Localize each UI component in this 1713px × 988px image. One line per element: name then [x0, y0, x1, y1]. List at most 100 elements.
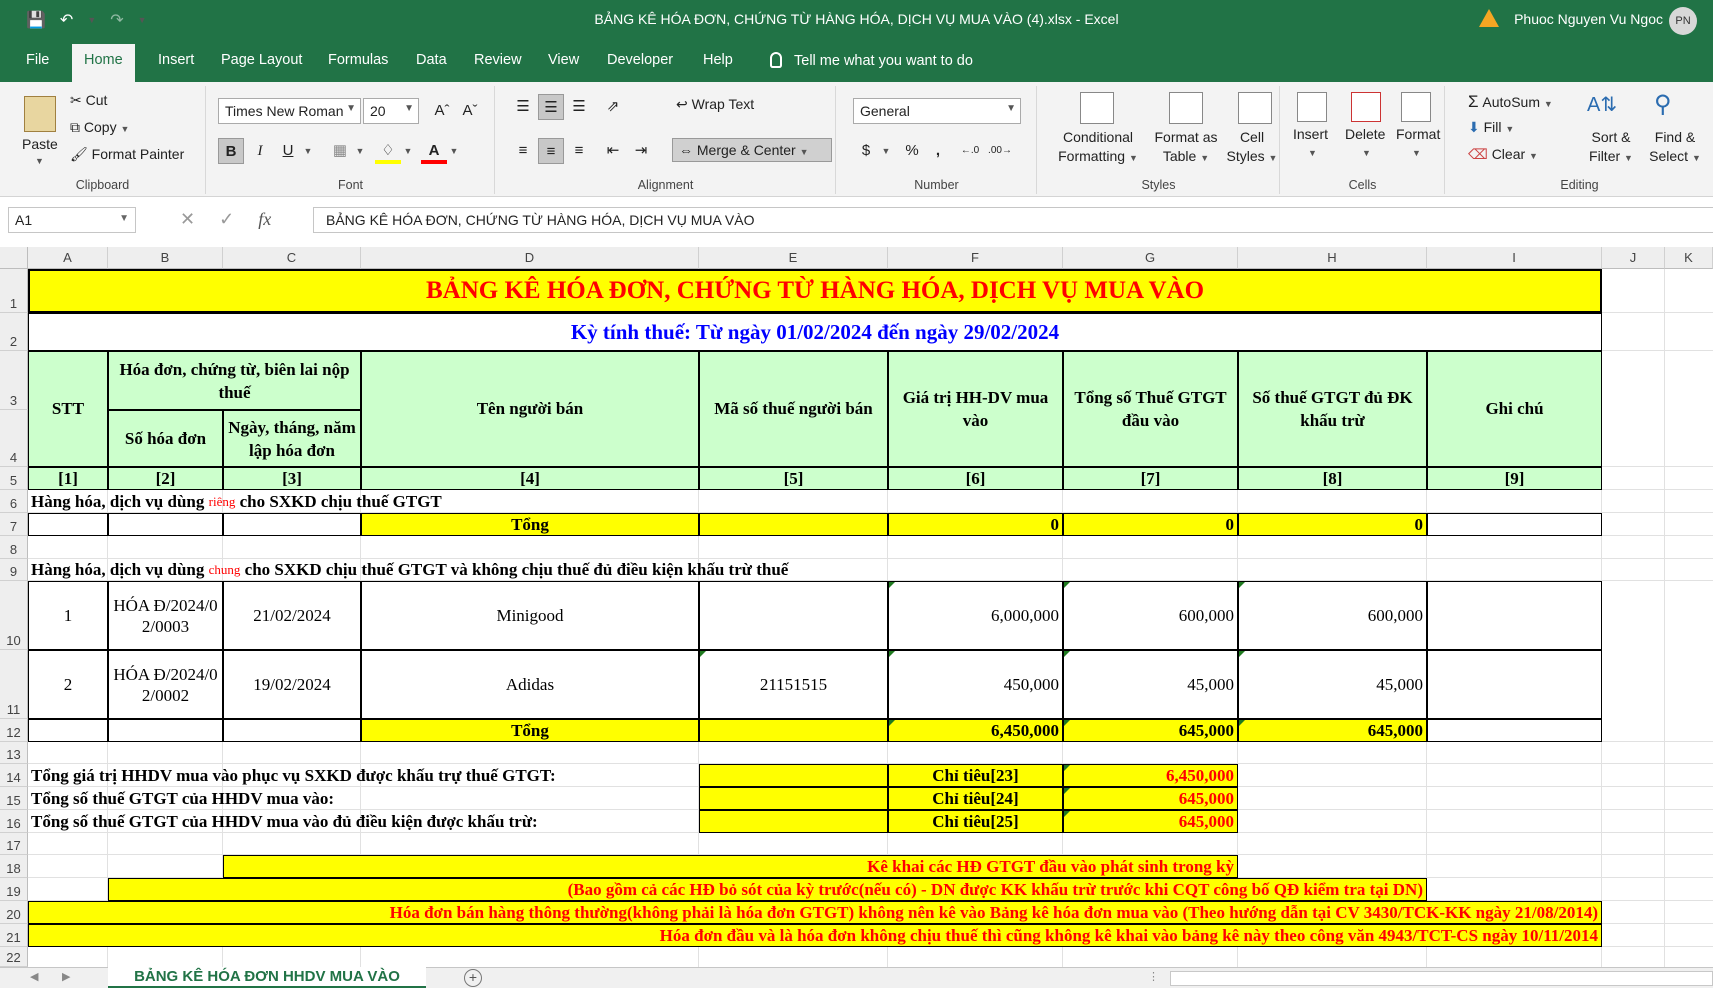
header-value[interactable]: Giá trị HH-DV mua vào [888, 351, 1063, 467]
italic-button[interactable]: I [247, 138, 273, 164]
empty-cell[interactable] [28, 719, 108, 742]
underline-dropdown-icon[interactable]: ▼ [295, 138, 321, 164]
summary-label[interactable]: Tổng số thuế GTGT của HHDV mua vào đủ đi… [28, 810, 538, 833]
scroll-left-icon[interactable]: ◀ [30, 970, 38, 983]
merge-dropdown-icon[interactable]: ▼ [800, 147, 809, 157]
fill-color-dropdown-icon[interactable]: ▼ [395, 138, 421, 164]
item-value[interactable]: 6,000,000 [888, 581, 1063, 650]
note-line[interactable]: (Bao gồm cả các HĐ bỏ sót của kỳ trước(n… [108, 878, 1427, 901]
insert-dropdown-icon[interactable]: ▼ [1308, 148, 1317, 158]
column-header-j[interactable]: J [1602, 247, 1665, 269]
align-center-icon[interactable]: ≡ [538, 138, 564, 164]
delete-cells-icon[interactable] [1351, 92, 1381, 122]
row-header[interactable]: 13 [0, 742, 28, 764]
row-header[interactable]: 9 [0, 559, 28, 581]
header-vat-deductible[interactable]: Số thuế GTGT đủ ĐK khấu trừ [1238, 351, 1427, 467]
column-header-a[interactable]: A [28, 247, 108, 269]
enter-icon[interactable]: ✓ [219, 209, 234, 230]
tab-page-layout[interactable]: Page Layout [221, 52, 302, 68]
insert-button[interactable]: Insert [1293, 126, 1328, 142]
align-middle-icon[interactable]: ☰ [538, 94, 564, 120]
item-vat-deductible[interactable]: 600,000 [1238, 581, 1427, 650]
note-line[interactable]: Hóa đơn đầu và là hóa đơn không chịu thu… [28, 924, 1602, 947]
increase-font-icon[interactable]: Aˆ [429, 98, 455, 124]
empty-cell[interactable] [108, 719, 223, 742]
col-number[interactable]: [6] [888, 467, 1063, 490]
increase-indent-icon[interactable]: ⇥ [628, 138, 654, 164]
section-1-total-vat[interactable]: 0 [1063, 513, 1238, 536]
fill-dropdown-icon[interactable]: ▼ [1505, 124, 1514, 134]
autosum-button[interactable]: Σ AutoSum ▼ [1468, 92, 1553, 112]
insert-function-icon[interactable]: fx [258, 209, 271, 230]
col-number[interactable]: [4] [361, 467, 699, 490]
name-box[interactable]: A1 ▼ [8, 207, 136, 233]
section-1-total-label[interactable]: Tổng [361, 513, 699, 536]
section-2-total-vat-deductible[interactable]: 645,000 [1238, 719, 1427, 742]
empty-cell[interactable] [28, 513, 108, 536]
summary-indicator[interactable]: Chỉ tiêu[24] [888, 787, 1063, 810]
col-number[interactable]: [1] [28, 467, 108, 490]
tell-me-search[interactable]: Tell me what you want to do [770, 52, 973, 69]
column-header-i[interactable]: I [1427, 247, 1602, 269]
item-note[interactable] [1427, 581, 1602, 650]
item-stt[interactable]: 2 [28, 650, 108, 719]
empty-cell[interactable] [699, 810, 888, 833]
summary-indicator[interactable]: Chỉ tiêu[25] [888, 810, 1063, 833]
column-header-k[interactable]: K [1665, 247, 1713, 269]
item-vat-deductible[interactable]: 45,000 [1238, 650, 1427, 719]
item-invoice-no[interactable]: HÓA Đ/2024/02/0003 [108, 581, 223, 650]
item-vat[interactable]: 600,000 [1063, 581, 1238, 650]
header-stt[interactable]: STT [28, 351, 108, 467]
cell-styles-button[interactable]: Cell Styles ▼ [1224, 128, 1280, 168]
tab-insert[interactable]: Insert [158, 52, 194, 68]
formula-input[interactable]: BẢNG KÊ HÓA ĐƠN, CHỨNG TỪ HÀNG HÓA, DỊCH… [313, 207, 1713, 233]
row-header[interactable]: 12 [0, 719, 28, 742]
section-2-total-value[interactable]: 6,450,000 [888, 719, 1063, 742]
align-right-icon[interactable]: ≡ [566, 138, 592, 164]
number-format-select[interactable]: General ▼ [853, 98, 1021, 124]
row-header[interactable]: 10 [0, 581, 28, 650]
item-seller[interactable]: Adidas [361, 650, 699, 719]
section-1-label[interactable]: Hàng hóa, dịch vụ dùng riêng cho SXKD ch… [28, 490, 442, 513]
align-bottom-icon[interactable]: ☰ [566, 94, 592, 120]
tab-home[interactable]: Home [72, 44, 135, 82]
row-header[interactable]: 5 [0, 467, 28, 490]
item-value[interactable]: 450,000 [888, 650, 1063, 719]
empty-cell[interactable] [699, 719, 888, 742]
tab-developer[interactable]: Developer [607, 52, 673, 68]
empty-cell[interactable] [108, 513, 223, 536]
user-name[interactable]: Phuoc Nguyen Vu Ngoc [1514, 11, 1663, 27]
clear-button[interactable]: ⌫ Clear ▼ [1468, 146, 1538, 163]
row-header[interactable]: 17 [0, 833, 28, 855]
row-header[interactable]: 19 [0, 878, 28, 901]
tab-formulas[interactable]: Formulas [328, 52, 388, 68]
empty-cell[interactable] [699, 787, 888, 810]
tab-view[interactable]: View [548, 52, 579, 68]
summary-indicator[interactable]: Chỉ tiêu[23] [888, 764, 1063, 787]
align-top-icon[interactable]: ☰ [510, 94, 536, 120]
autosum-dropdown-icon[interactable]: ▼ [1544, 99, 1553, 109]
copy-dropdown-icon[interactable]: ▼ [120, 124, 129, 134]
row-header[interactable]: 7 [0, 513, 28, 536]
header-tax-code[interactable]: Mã số thuế người bán [699, 351, 888, 467]
row-header[interactable]: 11 [0, 650, 28, 719]
avatar[interactable]: PN [1669, 7, 1697, 35]
comma-button[interactable]: , [925, 138, 951, 164]
conditional-formatting-icon[interactable] [1080, 92, 1114, 124]
col-number[interactable]: [3] [223, 467, 361, 490]
tax-period[interactable]: Kỳ tính thuế: Từ ngày 01/02/2024 đến ngà… [28, 313, 1602, 351]
spreadsheet-grid[interactable]: A B C D E F G H I J K 1 2 3 4 5 6 7 8 9 … [0, 247, 1713, 967]
col-number[interactable]: [9] [1427, 467, 1602, 490]
header-invoice-no[interactable]: Số hóa đơn [108, 410, 223, 467]
delete-dropdown-icon[interactable]: ▼ [1362, 148, 1371, 158]
empty-cell[interactable] [1427, 513, 1602, 536]
header-invoice-date[interactable]: Ngày, tháng, năm lập hóa đơn [223, 410, 361, 467]
summary-value[interactable]: 645,000 [1063, 787, 1238, 810]
header-seller[interactable]: Tên người bán [361, 351, 699, 467]
header-note[interactable]: Ghi chú [1427, 351, 1602, 467]
empty-cell[interactable] [699, 513, 888, 536]
summary-value[interactable]: 645,000 [1063, 810, 1238, 833]
row-header[interactable]: 20 [0, 901, 28, 924]
warning-icon[interactable] [1479, 9, 1499, 27]
insert-cells-icon[interactable] [1297, 92, 1327, 122]
